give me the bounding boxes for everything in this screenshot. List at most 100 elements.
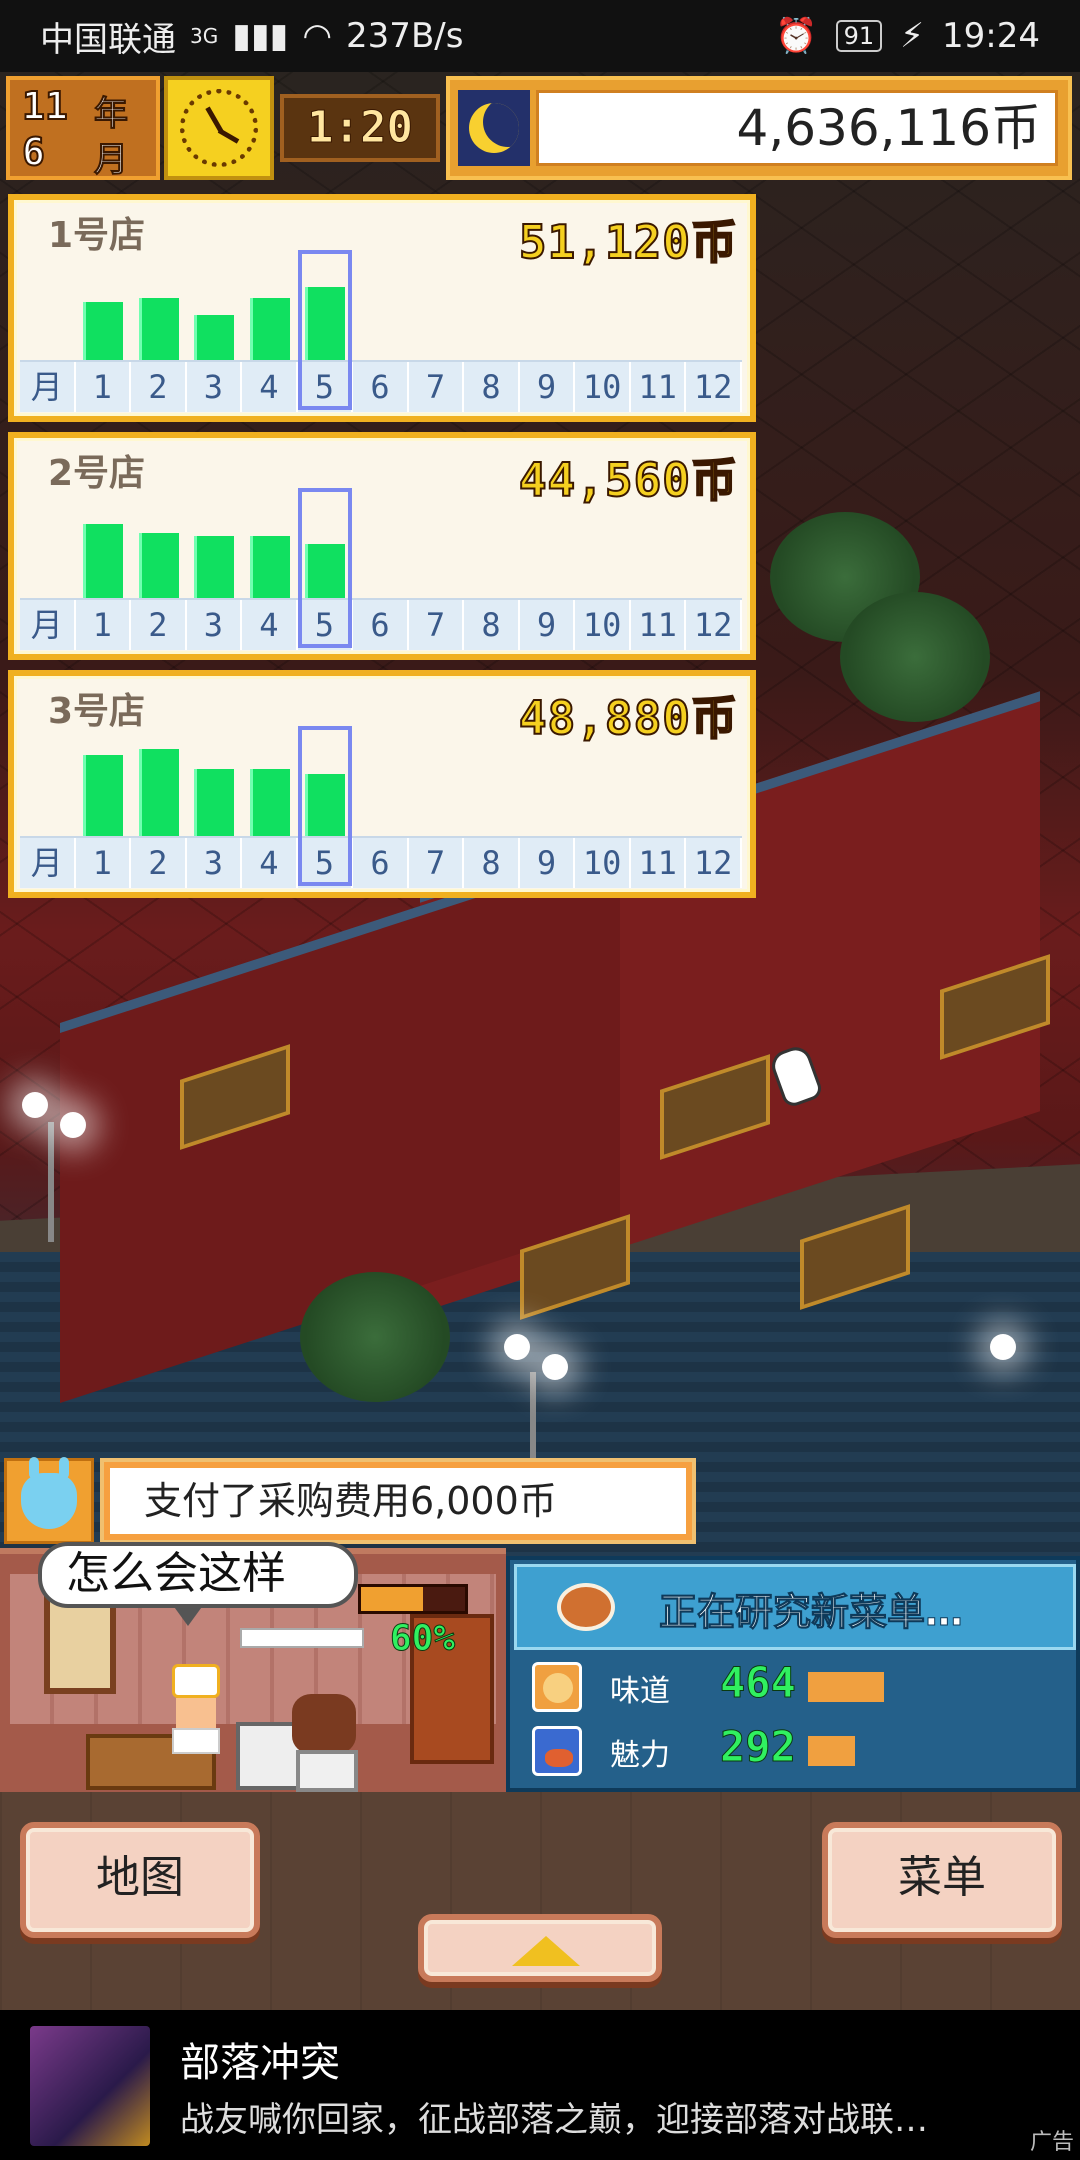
research-progress-bar	[358, 1584, 468, 1614]
month-axis: 月 1 2 3 4 5 6 7 8 9 10 11 12	[20, 362, 742, 412]
month-label: 1	[76, 600, 132, 650]
month-label: 2	[131, 362, 187, 412]
kitchen-window	[44, 1594, 116, 1694]
month-label: 8	[464, 838, 520, 888]
lamp-light	[60, 1112, 86, 1138]
sales-bar	[83, 755, 124, 836]
charm-stat: 魅力 292	[524, 1722, 1070, 1786]
sales-bar	[83, 524, 124, 598]
taste-bar-fill	[808, 1672, 885, 1702]
shop-sales-panel[interactable]: 3号店 48,880币 月 1 2 3 4 5 6 7 8 9 10 11 12	[8, 670, 756, 898]
month-label: 7	[409, 362, 465, 412]
month-label: 3	[187, 600, 243, 650]
sales-bar	[194, 768, 235, 836]
chef-character[interactable]	[172, 1664, 220, 1754]
task-bar	[240, 1628, 364, 1648]
lamp-light	[22, 1092, 48, 1118]
year-label: 年	[94, 94, 129, 135]
month-label: 10	[575, 362, 631, 412]
month-label: 月	[94, 140, 129, 181]
expand-button[interactable]	[418, 1914, 662, 1982]
month-label: 11	[631, 600, 687, 650]
game-speed[interactable]: 1:20	[280, 94, 440, 162]
research-progress-fill	[361, 1587, 424, 1611]
clock-time: 19:24	[942, 16, 1040, 56]
month-label: 6	[353, 362, 409, 412]
menu-button[interactable]: 菜单	[822, 1822, 1062, 1938]
moon-icon	[458, 90, 530, 166]
ad-label: 广告	[1029, 2130, 1074, 2155]
charm-bar-fill	[808, 1736, 855, 1766]
month-label: 2	[131, 838, 187, 888]
ad-description[interactable]: 战友喊你回家，征战部落之巅，迎接部落对战联…	[180, 2092, 1040, 2141]
month-value: 6	[21, 129, 46, 175]
month-label: 11	[631, 838, 687, 888]
month-label: 月	[20, 362, 76, 412]
top-hud: 11 年 6 月 1:20 4,636,116币	[0, 72, 1080, 184]
date-display[interactable]: 11 年 6 月	[6, 76, 160, 181]
message-text: 支付了采购费用6,000币	[110, 1468, 686, 1534]
clock-button[interactable]	[164, 76, 274, 180]
status-bar: 中国联通 3G ▮▮▮ ◠ 237B/s ⏰ 91 ⚡ 19:24	[0, 0, 1080, 72]
battery-icon: 91	[835, 20, 883, 52]
research-panel[interactable]: 正在研究新菜单… 味道 464 魅力 292	[506, 1556, 1080, 1792]
sales-bar	[194, 536, 235, 598]
charm-icon	[532, 1726, 582, 1776]
month-label: 1	[76, 838, 132, 888]
month-label: 9	[520, 600, 576, 650]
money-display: 4,636,116币	[446, 76, 1072, 180]
sales-bar	[138, 748, 179, 836]
month-label: 3	[187, 838, 243, 888]
research-progress-percent: 60%	[389, 1618, 456, 1660]
ad-banner[interactable]: 部落冲突 战友喊你回家，征战部落之巅，迎接部落对战联… 广告	[0, 2010, 1080, 2160]
sales-bar	[138, 533, 179, 598]
taste-stat: 味道 464	[524, 1658, 1070, 1722]
lamp-post	[48, 1122, 54, 1242]
lamp-light	[504, 1334, 530, 1360]
taste-icon	[532, 1662, 582, 1712]
month-label: 12	[686, 838, 742, 888]
charm-bar	[808, 1736, 1054, 1766]
month-label: 12	[686, 600, 742, 650]
research-title: 正在研究新菜单…	[658, 1590, 964, 1635]
shop-sales-panel[interactable]: 2号店 44,560币 月 1 2 3 4 5 6 7 8 9 10 11 12	[8, 432, 756, 660]
lamp-light	[542, 1354, 568, 1380]
month-label: 6	[353, 838, 409, 888]
month-label: 8	[464, 362, 520, 412]
tree	[840, 592, 990, 722]
map-button[interactable]: 地图	[20, 1822, 260, 1938]
month-label: 7	[409, 600, 465, 650]
month-label: 3	[187, 362, 243, 412]
message-bar[interactable]: 支付了采购费用6,000币	[0, 1452, 700, 1546]
month-label: 6	[353, 600, 409, 650]
sink	[296, 1750, 358, 1792]
month-label: 10	[575, 600, 631, 650]
month-label: 4	[242, 600, 298, 650]
month-axis: 月 1 2 3 4 5 6 7 8 9 10 11 12	[20, 838, 742, 888]
sales-bar	[83, 301, 124, 360]
sales-chart	[20, 488, 742, 600]
month-label: 8	[464, 600, 520, 650]
network-type: 3G	[190, 24, 219, 48]
ad-thumbnail[interactable]	[30, 2026, 150, 2146]
ad-title[interactable]: 部落冲突	[180, 2030, 340, 2088]
charm-value: 292	[720, 1722, 797, 1772]
current-month-highlight	[297, 726, 352, 886]
month-label: 11	[631, 362, 687, 412]
clock-icon	[180, 89, 258, 167]
speech-bubble: 怎么会这样	[38, 1542, 358, 1626]
lamp-light	[990, 1334, 1016, 1360]
month-label: 2	[131, 600, 187, 650]
network-speed: 237B/s	[346, 16, 464, 56]
month-label: 10	[575, 838, 631, 888]
sales-bar	[194, 315, 235, 360]
sales-chart	[20, 726, 742, 838]
current-month-highlight	[297, 488, 352, 648]
month-label: 9	[520, 838, 576, 888]
cooking-pot	[292, 1694, 356, 1754]
shop-sales-panel[interactable]: 1号店 51,120币 月 1 2 3 4 5 6 7 8 9 10 11 12	[8, 194, 756, 422]
taste-bar	[808, 1672, 1054, 1702]
month-label: 4	[242, 362, 298, 412]
month-label: 1	[76, 362, 132, 412]
month-label: 12	[686, 362, 742, 412]
